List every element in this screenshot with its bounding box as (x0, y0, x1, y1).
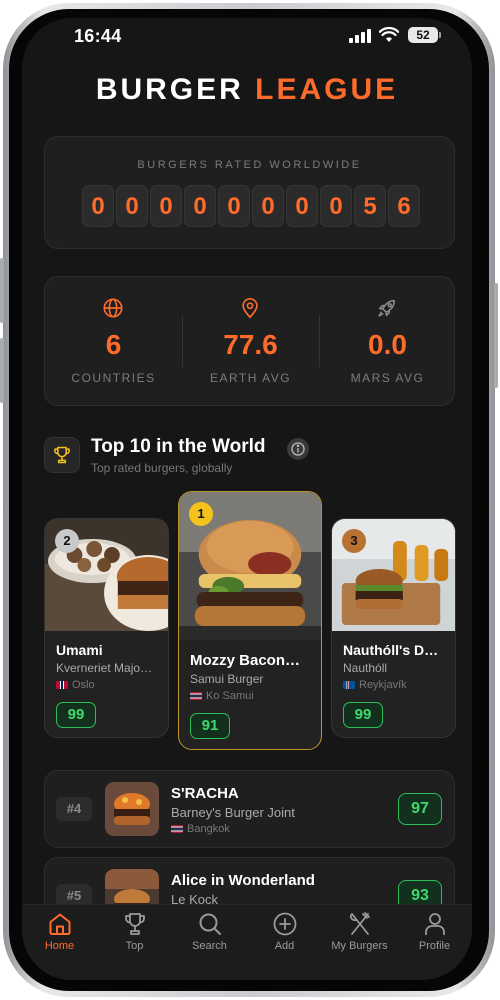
counter-digit: 5 (354, 185, 386, 227)
counter-digit: 0 (252, 185, 284, 227)
score-badge: 99 (56, 702, 96, 728)
bottom-tab-bar: Home Top Search Add My Burgers Profile (22, 904, 472, 980)
counter-digit: 0 (184, 185, 216, 227)
logo-word-burger: BURGER (95, 73, 244, 106)
flag-iceland-icon (343, 681, 355, 690)
trophy-icon (124, 913, 145, 935)
counter-digits: 0 0 0 0 0 0 0 0 5 6 (82, 185, 420, 227)
trophy-icon (54, 446, 70, 464)
podium-card-2[interactable]: 2 Umami Kverneriet Majo… Oslo 99 (44, 518, 169, 738)
burger-name: Alice in Wonderland (171, 872, 315, 889)
burger-thumbnail (105, 782, 159, 836)
location-text: Oslo (72, 679, 95, 691)
tab-label: Profile (418, 940, 451, 952)
rank-badge: 1 (189, 502, 213, 526)
section-subtitle: Top rated burgers, globally (91, 461, 233, 475)
counter-digit: 0 (218, 185, 250, 227)
tab-label: Top (125, 940, 144, 952)
search-icon (199, 913, 221, 935)
burger-name: Mozzy Bacon… (190, 652, 301, 669)
battery-indicator: 52 (408, 27, 441, 43)
flag-norway-icon (56, 681, 68, 690)
restaurant-name: Nauthóll (343, 661, 388, 675)
stat-earth-avg: 77.6 EARTH AVG (182, 277, 319, 407)
burger-name: S'RACHA (171, 785, 239, 802)
map-pin-icon (242, 298, 258, 319)
flag-thailand-icon (171, 825, 183, 834)
rank-badge: 2 (55, 529, 79, 553)
podium-card-1[interactable]: 1 Mozzy Bacon… Samui Burger Ko Samui 91 (178, 491, 322, 750)
counter-digit: 0 (320, 185, 352, 227)
stat-value: 0.0 (368, 329, 407, 360)
counter-digit: 0 (150, 185, 182, 227)
flag-thailand-icon (190, 692, 202, 701)
stat-label: COUNTRIES (71, 371, 156, 385)
tab-search[interactable]: Search (172, 911, 247, 952)
restaurant-name: Kverneriet Majo… (56, 661, 153, 675)
location-text: Reykjavík (359, 679, 407, 691)
counter-digit: 0 (116, 185, 148, 227)
burger-name: Nauthóll's D… (343, 642, 439, 658)
info-button[interactable] (287, 438, 309, 460)
status-time: 16:44 (74, 26, 122, 46)
location-text: Bangkok (187, 823, 230, 835)
signal-icon (349, 29, 371, 43)
rocket-icon (378, 299, 396, 317)
stat-mars-avg: 0.0 MARS AVG (319, 277, 456, 407)
status-bar: 16:44 52 (22, 18, 472, 58)
tab-label: Add (274, 940, 295, 952)
tab-label: Search (192, 940, 227, 952)
app-screen: 16:44 52 BURGER LEAGUE BURGERS RATED WOR… (22, 18, 472, 980)
tab-add[interactable]: Add (247, 911, 322, 952)
utensils-icon (349, 912, 370, 935)
stat-value: 6 (105, 329, 122, 360)
home-icon (49, 913, 70, 935)
volume-up-button (0, 258, 4, 323)
tab-label: My Burgers (331, 940, 388, 952)
stats-card: 6 COUNTRIES 77.6 EARTH AVG 0.0 MARS AVG (44, 276, 455, 406)
logo-word-league: LEAGUE (255, 73, 399, 106)
person-icon (424, 913, 445, 935)
score-badge: 97 (398, 793, 442, 825)
counter-digit: 0 (286, 185, 318, 227)
burger-location: Reykjavík (343, 679, 407, 691)
counter-digit: 6 (388, 185, 420, 227)
score-badge: 99 (343, 702, 383, 728)
tab-my-burgers[interactable]: My Burgers (322, 911, 397, 952)
side-button (494, 283, 498, 388)
app-logo: BURGER LEAGUE (22, 73, 472, 107)
score-badge: 91 (190, 713, 230, 739)
podium-card-3[interactable]: 3 Nauthóll's D… Nauthóll Reykjavík 99 (331, 518, 456, 738)
burger-location: Bangkok (171, 823, 230, 835)
info-icon (291, 442, 305, 456)
counter-label: BURGERS RATED WORLDWIDE (137, 159, 362, 171)
burger-location: Oslo (56, 679, 95, 691)
burger-counter-card: BURGERS RATED WORLDWIDE 0 0 0 0 0 0 0 0 … (44, 136, 455, 249)
section-title: Top 10 in the World (91, 436, 266, 457)
section-trophy-badge (44, 437, 80, 473)
rank-number: #4 (56, 797, 92, 821)
restaurant-name: Barney's Burger Joint (171, 805, 295, 820)
tab-top[interactable]: Top (97, 911, 172, 952)
tab-profile[interactable]: Profile (397, 911, 472, 952)
wifi-icon (379, 27, 399, 42)
stat-label: MARS AVG (350, 371, 425, 385)
stat-value: 77.6 (223, 329, 278, 360)
tab-home[interactable]: Home (22, 911, 97, 952)
location-text: Ko Samui (206, 690, 254, 702)
burger-name: Umami (56, 642, 103, 658)
burger-location: Ko Samui (190, 690, 254, 702)
restaurant-name: Samui Burger (190, 672, 264, 686)
rank-badge: 3 (342, 529, 366, 553)
counter-digit: 0 (82, 185, 114, 227)
volume-down-button (0, 338, 4, 403)
plus-circle-icon (273, 912, 296, 936)
stat-label: EARTH AVG (209, 371, 292, 385)
tab-label: Home (44, 940, 75, 952)
globe-icon (103, 298, 123, 318)
stat-countries: 6 COUNTRIES (45, 277, 182, 407)
ranking-row[interactable]: #4 S'RACHA Barney's Burger Joint Bangkok… (44, 770, 455, 848)
